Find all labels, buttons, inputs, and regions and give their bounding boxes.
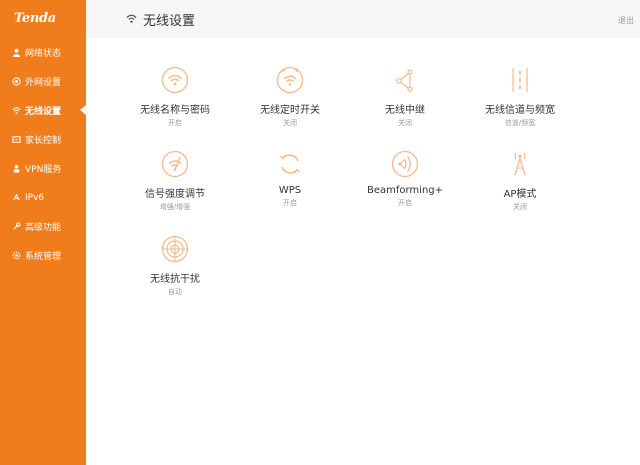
user-icon <box>12 48 21 57</box>
tile-status: 开启 <box>283 199 297 207</box>
tile-label: 无线名称与密码 <box>140 105 210 116</box>
sidebar-item-wan-settings[interactable]: 外网设置 <box>0 67 86 96</box>
antenna-icon <box>514 152 526 176</box>
tile-wifi-schedule[interactable]: 无线定时开关 关闭 <box>235 66 345 128</box>
beamforming-icon <box>391 150 419 178</box>
globe-icon <box>12 77 21 86</box>
tile-label: AP模式 <box>503 189 537 200</box>
tile-beamforming[interactable]: Beamforming+ 开启 <box>350 150 460 208</box>
sidebar-item-label: VPN服务 <box>25 165 62 175</box>
tile-status: 开启 <box>168 119 182 127</box>
tile-anti-interference[interactable]: 无线抗干扰 自动 <box>120 235 230 297</box>
tile-channel-bandwidth[interactable]: 无线信道与频宽 信道/频宽 <box>465 66 575 128</box>
sidebar-item-label: 外网设置 <box>25 78 62 88</box>
logout-link[interactable]: 退出 <box>618 15 634 26</box>
tile-wifi-name-password[interactable]: 无线名称与密码 开启 <box>120 66 230 128</box>
tile-label: 信号强度调节 <box>145 189 205 200</box>
tile-label: 无线信道与频宽 <box>485 105 555 116</box>
tile-status: 关闭 <box>398 119 412 127</box>
ipv6-icon <box>12 193 21 202</box>
sidebar-item-label: 系统管理 <box>25 252 62 262</box>
signal-strength-icon <box>161 150 189 178</box>
repeater-icon <box>396 69 413 92</box>
sidebar-item-vpn[interactable]: VPN服务 <box>0 154 86 183</box>
gear-icon <box>12 251 21 260</box>
tile-status: 增强/增强 <box>159 203 191 211</box>
sidebar-item-label: 家长控制 <box>25 136 62 146</box>
wifi-circle-icon <box>161 66 189 94</box>
tile-label: 无线抗干扰 <box>150 274 200 285</box>
wifi-timer-icon <box>276 66 304 94</box>
person-icon <box>12 164 21 173</box>
wireless-settings-grid: 无线名称与密码 开启 无线定时开关 关闭 无线中继 关闭 无线信道与频宽 信道/… <box>86 38 640 465</box>
sidebar-item-label: 高级功能 <box>25 223 62 233</box>
sidebar-item-label: 网络状态 <box>25 49 62 59</box>
sidebar: Tenda 网络状态 外网设置 无线设置 家长控制 VPN服务 IPv6 高级功… <box>0 0 86 465</box>
tile-wireless-repeater[interactable]: 无线中继 关闭 <box>350 66 460 128</box>
tile-status: 开启 <box>398 199 412 207</box>
tile-label: 无线中继 <box>385 105 425 116</box>
anti-interference-icon <box>161 235 189 263</box>
tile-signal-strength[interactable]: 信号强度调节 增强/增强 <box>120 150 230 212</box>
tile-status: 信道/频宽 <box>504 119 536 127</box>
page-title: 无线设置 <box>143 14 196 29</box>
sidebar-item-network-status[interactable]: 网络状态 <box>0 38 86 67</box>
parental-icon <box>12 135 21 144</box>
tile-label: Beamforming+ <box>366 185 444 196</box>
sidebar-item-label: 无线设置 <box>25 107 62 117</box>
header-bar: 无线设置 退出 <box>86 0 640 38</box>
tile-status: 关闭 <box>283 119 297 127</box>
tile-ap-mode[interactable]: AP模式 关闭 <box>465 150 575 212</box>
sidebar-item-advanced[interactable]: 高级功能 <box>0 212 86 241</box>
channel-icon <box>512 68 528 92</box>
wifi-icon <box>12 106 21 115</box>
wps-icon <box>280 154 300 174</box>
sidebar-item-wireless-settings[interactable]: 无线设置 <box>0 96 86 125</box>
sidebar-nav: 网络状态 外网设置 无线设置 家长控制 VPN服务 IPv6 高级功能 系统管理 <box>0 38 86 270</box>
tile-label: 无线定时开关 <box>260 105 320 116</box>
sidebar-item-label: IPv6 <box>25 192 45 203</box>
tile-label: WPS <box>278 185 302 196</box>
wifi-icon <box>126 14 137 23</box>
tile-wps[interactable]: WPS 开启 <box>235 150 345 208</box>
sidebar-item-ipv6[interactable]: IPv6 <box>0 183 86 212</box>
sidebar-item-parental-control[interactable]: 家长控制 <box>0 125 86 154</box>
wrench-icon <box>12 222 21 231</box>
tenda-logo: Tenda <box>14 11 56 26</box>
tile-status: 关闭 <box>513 203 527 211</box>
tile-status: 自动 <box>168 288 182 296</box>
sidebar-item-system[interactable]: 系统管理 <box>0 241 86 270</box>
